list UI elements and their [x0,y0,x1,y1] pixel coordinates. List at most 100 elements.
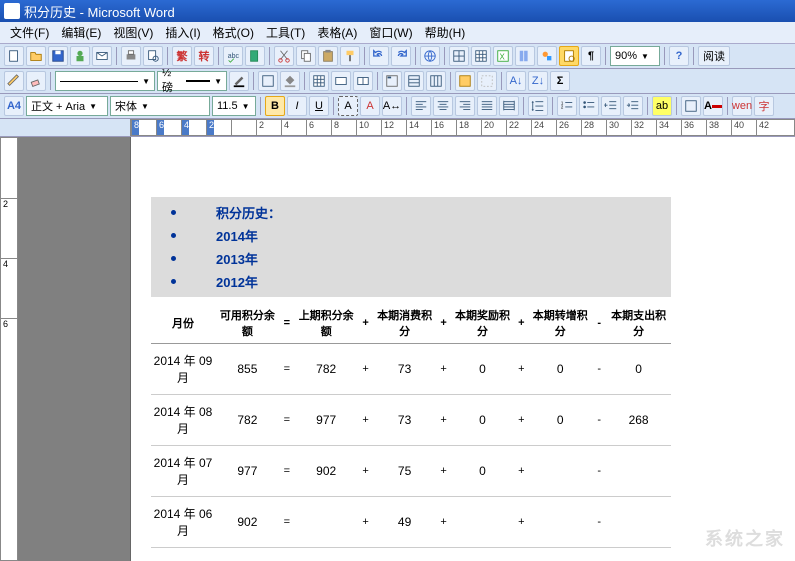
drawing-button[interactable] [537,46,557,66]
numbering-button[interactable]: 12 [557,96,577,116]
line-spacing-button[interactable] [528,96,548,116]
char-shading-button[interactable]: A [360,96,380,116]
outside-border-button[interactable] [258,71,278,91]
cut-button[interactable] [274,46,294,66]
align-left-button[interactable] [411,96,431,116]
insert-excel-button[interactable]: X [493,46,513,66]
align-center-button[interactable] [433,96,453,116]
sort-asc-button[interactable]: A↓ [506,71,526,91]
zoom-combo[interactable]: 90%▼ [610,46,660,66]
bold-button[interactable]: B [265,96,285,116]
decrease-indent-button[interactable] [601,96,621,116]
align-justify-button[interactable] [477,96,497,116]
spellcheck-button[interactable]: abc [223,46,243,66]
tables-borders-button[interactable] [449,46,469,66]
redo-button[interactable] [391,46,411,66]
insert-table-button-2[interactable] [309,71,329,91]
menu-window[interactable]: 窗口(W) [363,22,418,43]
help-button[interactable]: ? [669,46,689,66]
menu-format[interactable]: 格式(O) [207,22,260,43]
char-scale-button[interactable]: A↔ [382,96,402,116]
tables-toolbar: ▼ ½ 磅▼ A↓ Z↓ Σ [0,69,795,94]
autoformat-button[interactable] [455,71,475,91]
font-combo[interactable]: 宋体▼ [110,96,210,116]
bullet-icon [171,210,176,215]
new-doc-button[interactable] [4,46,24,66]
list-item[interactable]: 2013年 [151,247,671,270]
merge-cells-button[interactable] [331,71,351,91]
menu-insert[interactable]: 插入(I) [159,22,206,43]
email-button[interactable] [92,46,112,66]
col-prev: 上期积分余额 [294,303,359,344]
undo-button[interactable] [369,46,389,66]
trad-simp-button[interactable]: 繁 [172,46,192,66]
columns-button[interactable] [515,46,535,66]
menu-file[interactable]: 文件(F) [4,22,55,43]
hide-gridlines-button[interactable] [477,71,497,91]
list-item[interactable]: 2014年 [151,224,671,247]
font-size-combo[interactable]: 11.5▼ [212,96,256,116]
watermark: 系统之家 [705,525,785,551]
font-color-button[interactable]: A [703,96,723,116]
menu-edit[interactable]: 编辑(E) [55,22,107,43]
selection-highlight: 积分历史： 2014年 2013年 2012年 [151,197,671,297]
shading-color-button[interactable] [280,71,300,91]
sort-desc-button[interactable]: Z↓ [528,71,548,91]
autosum-button[interactable]: Σ [550,71,570,91]
save-button[interactable] [48,46,68,66]
increase-indent-button[interactable] [623,96,643,116]
vertical-ruler[interactable]: 246 [0,137,18,561]
menu-tools[interactable]: 工具(T) [260,22,311,43]
eraser-button[interactable] [26,71,46,91]
menu-help[interactable]: 帮助(H) [419,22,472,43]
styles-pane-button[interactable]: A4 [4,96,24,116]
svg-text:X: X [500,53,506,62]
read-mode-button[interactable]: 阅读 [698,46,730,66]
draw-table-button[interactable] [4,71,24,91]
align-top-left-button[interactable] [382,71,402,91]
enclose-chars-button[interactable]: 字 [754,96,774,116]
list-item[interactable]: 积分历史： [151,201,671,224]
phonetic-guide-button[interactable]: wen [732,96,752,116]
align-right-button[interactable] [455,96,475,116]
underline-button[interactable]: U [309,96,329,116]
distribute-cols-button[interactable] [426,71,446,91]
list-item[interactable]: 2012年 [151,270,671,293]
paste-button[interactable] [318,46,338,66]
print-preview-button[interactable] [143,46,163,66]
horizontal-ruler[interactable]: 8642246810121416182022242628303234363840… [130,119,795,136]
char-border-button[interactable]: A [338,96,358,116]
outside-border-button-2[interactable] [681,96,701,116]
document-page[interactable]: 积分历史： 2014年 2013年 2012年 月份 可用积分余额 = 上期积分… [130,137,795,561]
line-style-combo[interactable]: ▼ [55,71,155,91]
window-title: 积分历史 - Microsoft Word [24,2,175,21]
table-row[interactable]: 2014 年 08 月782=977+73+0+0-268 [151,395,671,446]
simp-trad-button[interactable]: 转 [194,46,214,66]
insert-table-button[interactable] [471,46,491,66]
table-header-row: 月份 可用积分余额 = 上期积分余额 + 本期消费积分 + 本期奖励积分 + 本… [151,303,671,344]
print-button[interactable] [121,46,141,66]
line-weight-combo[interactable]: ½ 磅▼ [157,71,227,91]
hyperlink-button[interactable] [420,46,440,66]
bullet-icon [171,279,176,284]
style-combo[interactable]: 正文 + Aria▼ [26,96,108,116]
research-button[interactable] [245,46,265,66]
copy-button[interactable] [296,46,316,66]
table-row[interactable]: 2014 年 07 月977=902+75+0+- [151,446,671,497]
menu-view[interactable]: 视图(V) [107,22,159,43]
highlight-button[interactable]: ab [652,96,672,116]
format-painter-button[interactable] [340,46,360,66]
bullets-button[interactable] [579,96,599,116]
split-cells-button[interactable] [353,71,373,91]
border-color-button[interactable] [229,71,249,91]
table-row[interactable]: 2014 年 06 月902=+49++- [151,497,671,548]
distribute-rows-button[interactable] [404,71,424,91]
distribute-button[interactable] [499,96,519,116]
table-row[interactable]: 2014 年 09 月855=782+73+0+0-0 [151,344,671,395]
document-map-button[interactable] [559,46,579,66]
show-formatting-button[interactable]: ¶ [581,46,601,66]
open-button[interactable] [26,46,46,66]
menu-table[interactable]: 表格(A) [311,22,363,43]
italic-button[interactable]: I [287,96,307,116]
permission-button[interactable] [70,46,90,66]
